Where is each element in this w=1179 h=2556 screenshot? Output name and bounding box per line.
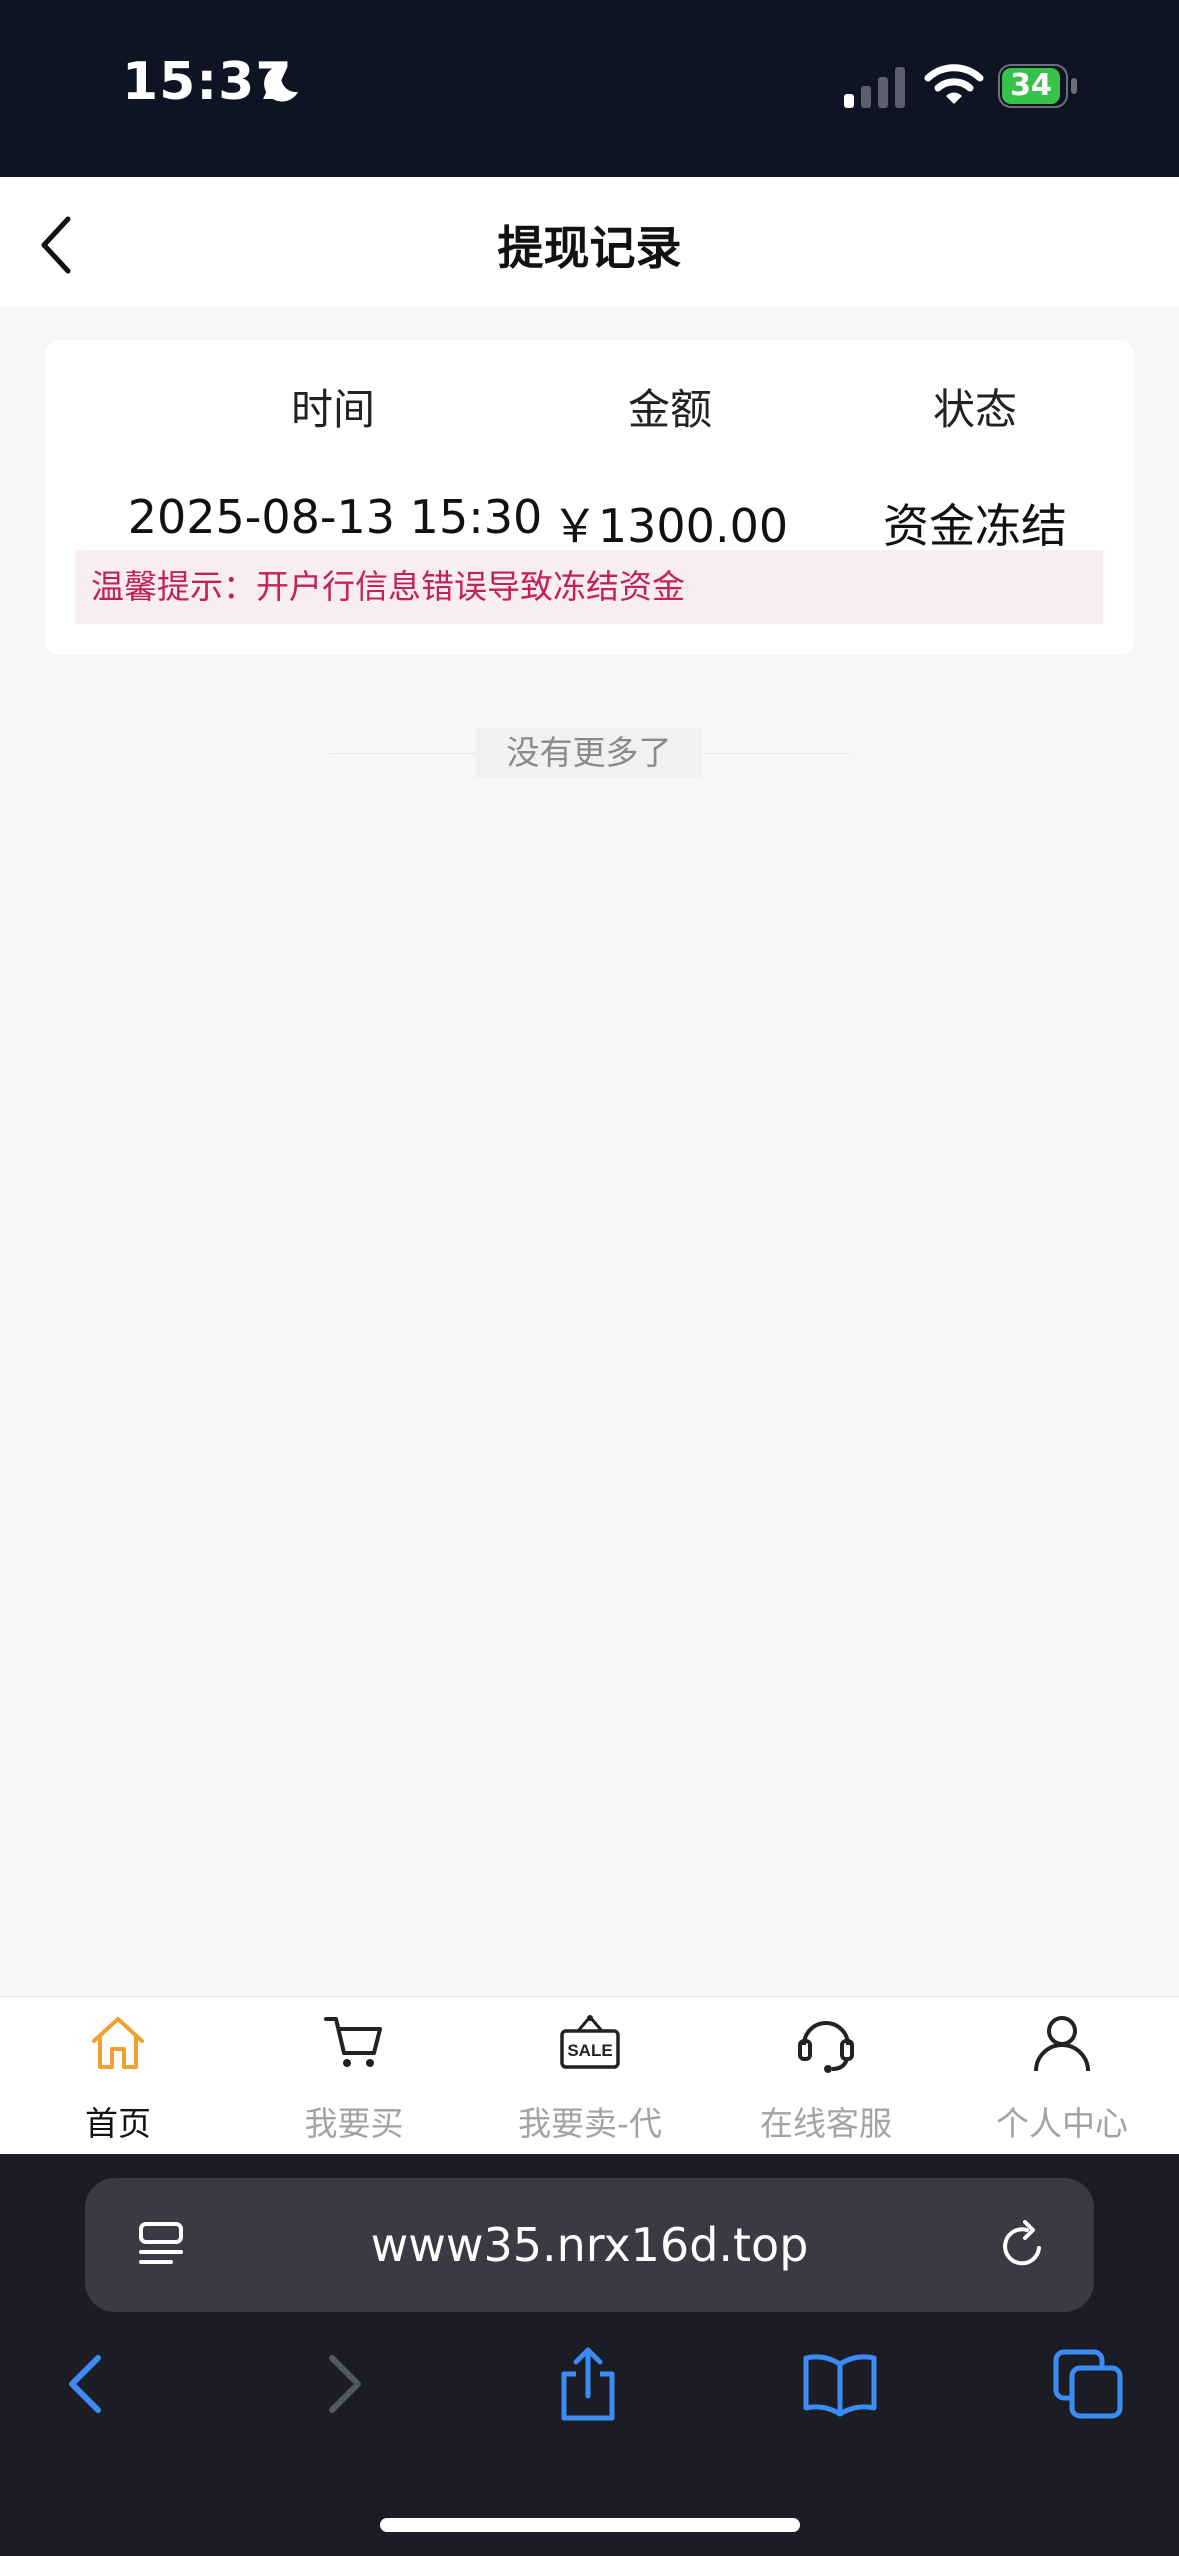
tab-profile[interactable]: 个人中心	[944, 1997, 1179, 2155]
column-header-time: 时间	[290, 385, 375, 434]
bottom-tab-bar: 首页 我要买 SALE 我要卖-代 在线客服 个人中心	[0, 1996, 1179, 2154]
cellular-signal-icon	[844, 67, 905, 108]
record-time: 2025-08-13 15:30	[127, 490, 543, 544]
no-more-text: 没有更多了	[476, 728, 702, 778]
page-header: 提现记录	[0, 177, 1179, 307]
status-bar: 15:37 34	[0, 0, 1179, 177]
record-tip: 温馨提示：开户行信息错误导致冻结资金	[75, 550, 1103, 624]
divider-line-right	[702, 753, 850, 754]
home-icon	[92, 2017, 144, 2069]
browser-toolbar: www35.nrx16d.top	[0, 2154, 1179, 2556]
divider-line-left	[330, 753, 478, 754]
headset-icon	[798, 2021, 854, 2073]
column-header-amount: 金额	[627, 385, 712, 434]
battery-level: 34	[1002, 68, 1060, 104]
wifi-icon	[924, 64, 984, 104]
home-indicator	[380, 2518, 800, 2532]
browser-forward-icon[interactable]	[302, 2344, 382, 2424]
share-icon[interactable]	[548, 2344, 628, 2424]
page-title: 提现记录	[497, 221, 682, 275]
tab-label: 我要买	[304, 2104, 404, 2143]
tab-sell[interactable]: SALE 我要卖-代	[472, 1997, 708, 2155]
browser-back-icon[interactable]	[48, 2344, 128, 2424]
tab-label: 首页	[85, 2104, 151, 2143]
tab-label: 在线客服	[760, 2104, 892, 2143]
sale-sign-icon: SALE	[560, 2015, 620, 2069]
reload-icon[interactable]	[995, 2218, 1051, 2274]
tab-label: 个人中心	[996, 2104, 1128, 2143]
record-amount: ￥1300.00	[551, 499, 789, 553]
url-text: www35.nrx16d.top	[370, 2218, 809, 2272]
tab-service[interactable]: 在线客服	[708, 1997, 944, 2155]
address-bar[interactable]: www35.nrx16d.top	[85, 2178, 1094, 2312]
user-icon	[1034, 2016, 1090, 2072]
withdraw-record-card: 时间 金额 状态 2025-08-13 15:30 ￥1300.00 资金冻结 …	[45, 340, 1134, 655]
bookmarks-icon[interactable]	[800, 2344, 880, 2424]
tab-buy[interactable]: 我要买	[236, 1997, 472, 2155]
moon-icon	[264, 65, 298, 102]
svg-text:SALE: SALE	[567, 2041, 612, 2060]
record-status: 资金冻结	[883, 499, 1067, 553]
column-header-status: 状态	[932, 385, 1017, 434]
cart-icon	[324, 2017, 382, 2067]
no-more-divider: 没有更多了	[0, 728, 1179, 778]
tab-label: 我要卖-代	[518, 2104, 662, 2143]
tabs-icon[interactable]	[1048, 2344, 1128, 2424]
tab-home[interactable]: 首页	[0, 1997, 236, 2155]
